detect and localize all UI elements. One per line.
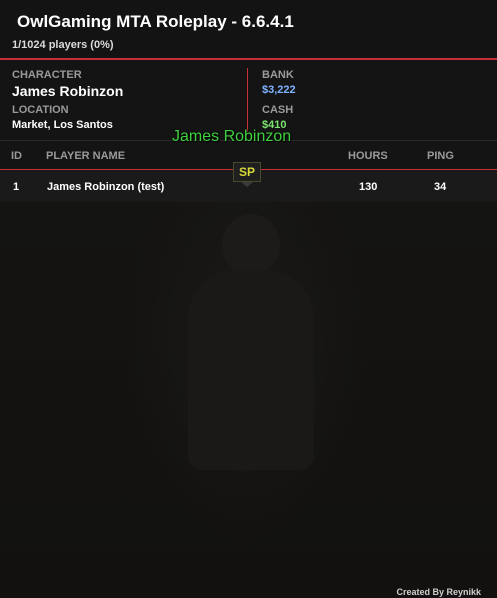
location-value: Market, Los Santos <box>12 119 113 131</box>
row-ping: 34 <box>434 181 447 193</box>
server-title: OwlGaming MTA Roleplay - 6.6.4.1 <box>17 12 294 31</box>
sp-badge-icon: SP <box>233 162 261 182</box>
column-ping[interactable]: PING <box>427 150 454 162</box>
row-id: 1 <box>13 181 20 193</box>
bank-label: BANK <box>262 69 294 81</box>
cash-label: CASH <box>262 104 294 116</box>
location-label: LOCATION <box>12 104 69 116</box>
info-divider <box>247 68 248 132</box>
character-name: James Robinzon <box>12 83 124 99</box>
bank-value: $3,222 <box>262 84 296 96</box>
badge-pointer-icon <box>241 182 253 187</box>
player-count: 1/1024 players (0%) <box>12 39 114 51</box>
scoreboard-header: OwlGaming MTA Roleplay - 6.6.4.1 1/1024 … <box>0 0 497 60</box>
credit-text: Created By Reynikk <box>396 587 481 597</box>
column-hours[interactable]: HOURS <box>348 150 388 162</box>
row-player-name: James Robinzon (test) <box>47 181 165 193</box>
player-character-body <box>188 270 314 470</box>
player-nametag: James Robinzon <box>172 128 292 145</box>
row-hours: 130 <box>359 181 378 193</box>
column-player-name[interactable]: PLAYER NAME <box>46 150 125 162</box>
player-character-head <box>222 214 280 276</box>
character-label: CHARACTER <box>12 69 82 81</box>
column-id[interactable]: ID <box>11 150 22 162</box>
